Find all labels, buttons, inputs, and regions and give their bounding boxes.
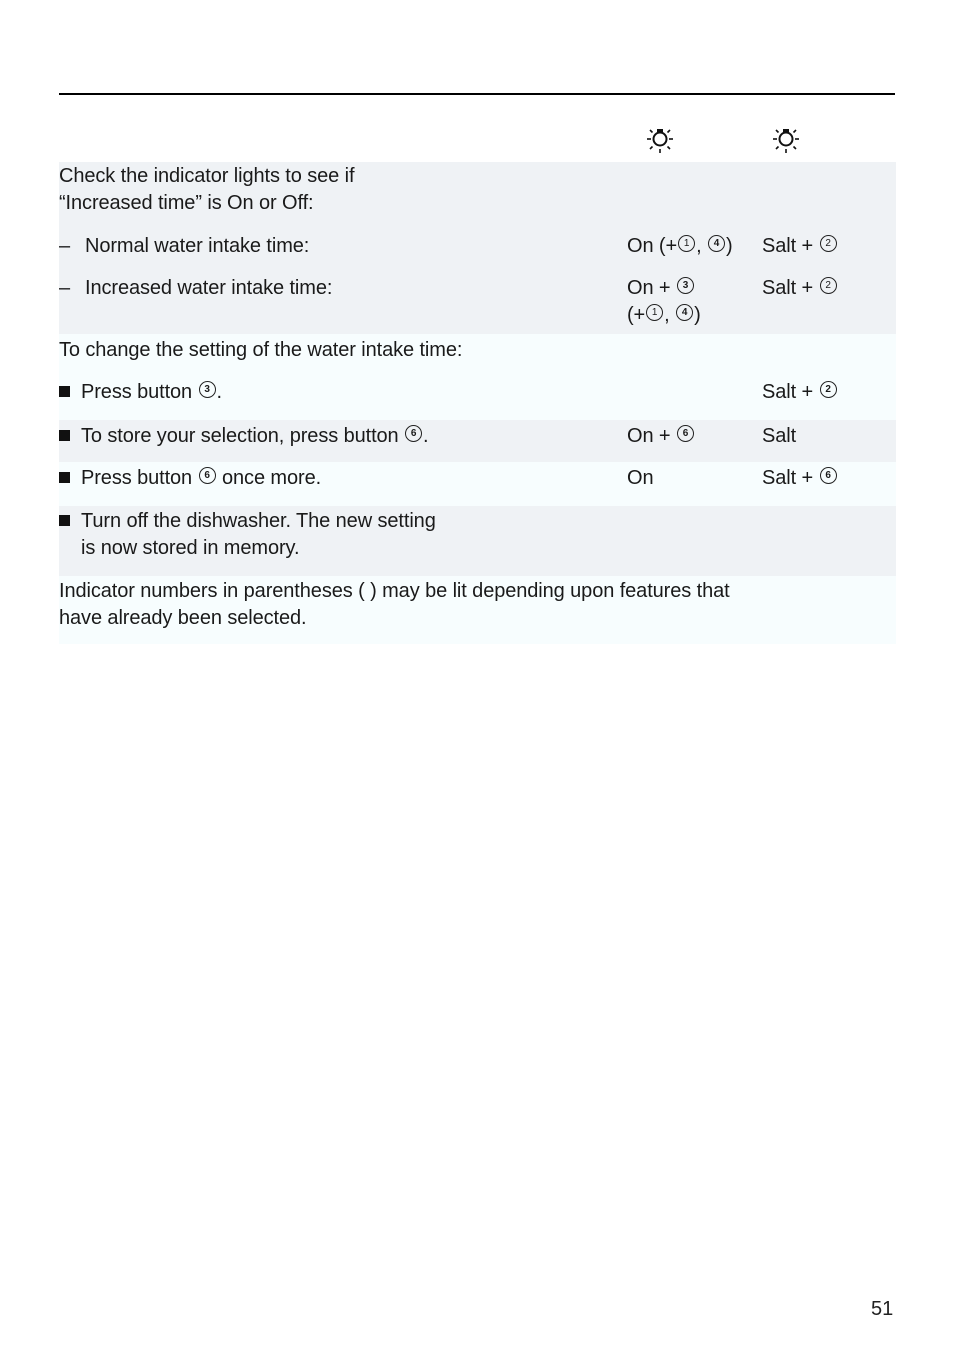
check-intro-line1: Check the indicator lights to see if [59, 165, 355, 187]
indicator-number: 4 [708, 235, 725, 252]
step2-lights: On + 6 [627, 423, 695, 450]
increased-time-lights-line1: On + 3 [627, 275, 695, 302]
column-header-icons [59, 124, 895, 158]
step-turn-off-line2: is now stored in memory. [81, 537, 300, 559]
increased-time-salt: Salt + 2 [762, 275, 838, 302]
step-store-selection: To store your selection, press button 6. [59, 423, 429, 450]
indicator-number: 2 [819, 235, 837, 252]
indicator-number: 6 [819, 467, 837, 484]
change-setting-intro: To change the setting of the water intak… [59, 339, 463, 361]
check-intro-line2: “Increased time” is On or Off: [59, 192, 314, 214]
step-turn-off-line1: Turn off the dishwasher. The new setting [59, 508, 436, 535]
normal-time-lights: On (+ 1, 4) [627, 235, 733, 257]
square-bullet-icon [59, 472, 70, 483]
note-line1: Indicator numbers in parentheses ( ) may… [59, 580, 730, 602]
indicator-number: 1 [646, 304, 664, 321]
increased-time-lights-line2: (+ 1, 4) [627, 304, 701, 326]
dash-bullet: – [59, 277, 71, 299]
indicator-number: 1 [678, 235, 696, 252]
square-bullet-icon [59, 515, 70, 526]
step1-salt: Salt + 2 [762, 379, 838, 406]
normal-time-salt: Salt + 2 [762, 233, 838, 260]
square-bullet-icon [59, 386, 70, 397]
indicator-light-icon [647, 129, 673, 153]
header-rule [59, 93, 895, 95]
increased-time-label: – Increased water intake time: [59, 275, 332, 302]
indicator-number: 6 [676, 425, 694, 442]
step-press-button-6-again: Press button 6 once more. [59, 465, 321, 492]
normal-time-label: – Normal water intake time: [59, 233, 309, 260]
note-line2: have already been selected. [59, 607, 307, 629]
indicator-number: 2 [819, 277, 837, 294]
step-press-button-3: Press button 3. [59, 379, 222, 406]
page-number: 51 [871, 1298, 894, 1320]
step2-salt: Salt [762, 425, 797, 447]
dash-bullet: – [59, 235, 71, 257]
indicator-number: 6 [198, 467, 216, 484]
indicator-number: 3 [198, 381, 216, 398]
step3-lights: On [627, 467, 654, 489]
square-bullet-icon [59, 430, 70, 441]
indicator-number: 2 [819, 381, 837, 398]
indicator-number: 3 [676, 277, 694, 294]
indicator-number: 4 [676, 304, 694, 321]
step3-salt: Salt + 6 [762, 465, 838, 492]
indicator-number: 6 [405, 425, 423, 442]
indicator-light-icon [773, 129, 799, 153]
